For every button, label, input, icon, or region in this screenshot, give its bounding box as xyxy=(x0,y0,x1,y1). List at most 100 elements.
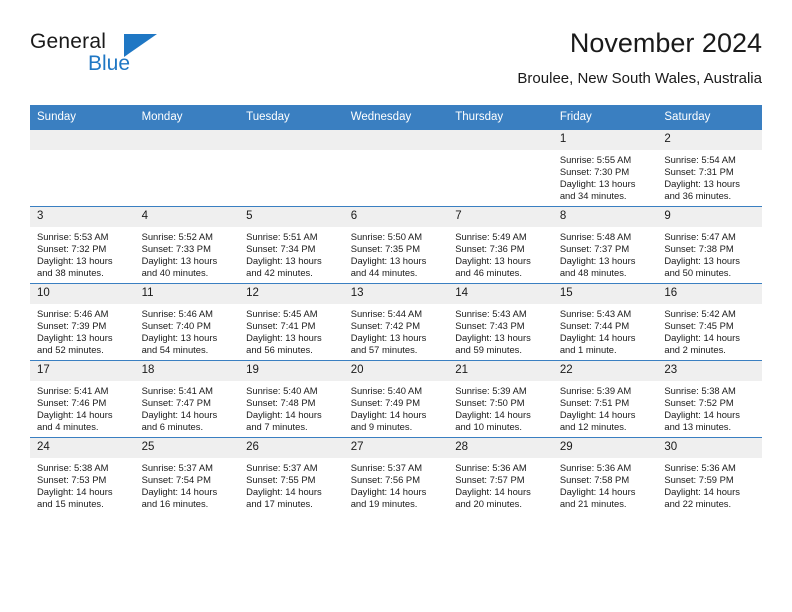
calendar-day-cell[interactable]: 10 Sunrise: 5:46 AM Sunset: 7:39 PM Dayligh… xyxy=(30,283,135,361)
calendar-day-cell[interactable]: 30 Sunrise: 5:36 AM Sunset: 7:59 PM Dayligh… xyxy=(657,437,762,514)
daylight-text: Daylight: 14 hours and 20 minutes. xyxy=(455,486,531,510)
daylight-text: Daylight: 13 hours and 50 minutes. xyxy=(664,255,740,279)
day-number: 10 xyxy=(30,284,135,304)
sunrise-text: Sunrise: 5:43 AM xyxy=(455,308,527,319)
calendar-table: Sunday Monday Tuesday Wednesday Thursday… xyxy=(30,105,762,514)
daylight-text: Daylight: 13 hours and 38 minutes. xyxy=(37,255,113,279)
calendar-week-row: 24 Sunrise: 5:38 AM Sunset: 7:53 PM Dayligh… xyxy=(30,437,762,514)
day-number: 9 xyxy=(657,207,762,227)
daylight-text: Daylight: 14 hours and 13 minutes. xyxy=(664,409,740,433)
daylight-text: Daylight: 13 hours and 42 minutes. xyxy=(246,255,322,279)
calendar-day-cell[interactable]: 14 Sunrise: 5:43 AM Sunset: 7:43 PM Dayligh… xyxy=(448,283,553,361)
sunrise-text: Sunrise: 5:55 AM xyxy=(559,154,632,165)
calendar-day-cell[interactable]: 1 Sunrise: 5:55 AM Sunset: 7:30 PM Daylight… xyxy=(552,129,658,207)
page-header: General Blue November 2024 Broulee, New … xyxy=(30,26,762,98)
sunrise-text: Sunrise: 5:36 AM xyxy=(664,462,736,473)
sunset-text: Sunset: 7:53 PM xyxy=(37,474,107,486)
daylight-text: Daylight: 14 hours and 15 minutes. xyxy=(37,486,113,510)
daylight-text: Daylight: 13 hours and 44 minutes. xyxy=(350,255,427,279)
sunrise-text: Sunrise: 5:42 AM xyxy=(664,308,736,319)
day-number: 22 xyxy=(552,361,658,381)
page-subtitle: Broulee, New South Wales, Australia xyxy=(517,70,762,87)
brand-name-general: General xyxy=(30,30,107,53)
day-details: Sunrise: 5:40 AM Sunset: 7:48 PM Daylight:… xyxy=(239,381,344,433)
calendar-day-cell[interactable]: 11 Sunrise: 5:46 AM Sunset: 7:40 PM Dayligh… xyxy=(134,283,240,361)
calendar-cell-empty xyxy=(239,129,344,207)
calendar-day-cell[interactable]: 17 Sunrise: 5:41 AM Sunset: 7:46 PM Dayligh… xyxy=(30,360,135,438)
calendar-day-cell[interactable]: 26 Sunrise: 5:37 AM Sunset: 7:55 PM Dayligh… xyxy=(239,437,344,514)
day-number: 12 xyxy=(239,284,344,304)
day-number: 18 xyxy=(134,361,240,381)
day-number: 7 xyxy=(448,207,553,227)
sunset-text: Sunset: 7:32 PM xyxy=(37,243,107,255)
day-number: 5 xyxy=(239,207,344,227)
calendar-day-cell[interactable]: 27 Sunrise: 5:37 AM Sunset: 7:56 PM Dayligh… xyxy=(343,437,449,514)
sunset-text: Sunset: 7:41 PM xyxy=(246,320,316,332)
sunset-text: Sunset: 7:50 PM xyxy=(455,397,525,409)
day-number: 6 xyxy=(343,207,449,227)
page-title: November 2024 xyxy=(569,28,762,58)
day-details: Sunrise: 5:41 AM Sunset: 7:47 PM Daylight:… xyxy=(135,381,240,433)
calendar-day-cell[interactable]: 2 Sunrise: 5:54 AM Sunset: 7:31 PM Daylight… xyxy=(657,129,762,207)
calendar-body: 1 Sunrise: 5:55 AM Sunset: 7:30 PM Daylight… xyxy=(30,129,762,514)
calendar-day-cell[interactable]: 20 Sunrise: 5:40 AM Sunset: 7:49 PM Dayligh… xyxy=(343,360,449,438)
day-details: Sunrise: 5:54 AM Sunset: 7:31 PM Daylight:… xyxy=(657,150,762,202)
calendar-day-cell[interactable]: 18 Sunrise: 5:41 AM Sunset: 7:47 PM Dayligh… xyxy=(134,360,240,438)
calendar-day-cell[interactable]: 24 Sunrise: 5:38 AM Sunset: 7:53 PM Dayligh… xyxy=(30,437,135,514)
day-number: 4 xyxy=(134,207,240,227)
calendar-day-cell[interactable]: 9 Sunrise: 5:47 AM Sunset: 7:38 PM Daylight… xyxy=(657,206,762,284)
day-number xyxy=(448,130,553,150)
calendar-week-row: 1 Sunrise: 5:55 AM Sunset: 7:30 PM Daylight… xyxy=(30,129,762,207)
calendar-day-cell[interactable]: 28 Sunrise: 5:36 AM Sunset: 7:57 PM Dayligh… xyxy=(448,437,553,514)
sunrise-text: Sunrise: 5:37 AM xyxy=(246,462,318,473)
day-details: Sunrise: 5:39 AM Sunset: 7:50 PM Daylight:… xyxy=(448,381,553,433)
calendar-day-cell[interactable]: 5 Sunrise: 5:51 AM Sunset: 7:34 PM Daylight… xyxy=(239,206,344,284)
calendar-day-cell[interactable]: 12 Sunrise: 5:45 AM Sunset: 7:41 PM Dayligh… xyxy=(239,283,344,361)
brand-logo[interactable]: General Blue xyxy=(30,30,210,86)
weekday-header-wednesday: Wednesday xyxy=(343,105,449,130)
daylight-text: Daylight: 14 hours and 12 minutes. xyxy=(559,409,636,433)
calendar-day-cell[interactable]: 6 Sunrise: 5:50 AM Sunset: 7:35 PM Daylight… xyxy=(343,206,449,284)
calendar-day-cell[interactable]: 7 Sunrise: 5:49 AM Sunset: 7:36 PM Daylight… xyxy=(448,206,553,284)
brand-name-blue: Blue xyxy=(88,52,131,75)
daylight-text: Daylight: 14 hours and 17 minutes. xyxy=(246,486,322,510)
daylight-text: Daylight: 14 hours and 22 minutes. xyxy=(664,486,740,510)
calendar-day-cell[interactable]: 29 Sunrise: 5:36 AM Sunset: 7:58 PM Dayligh… xyxy=(552,437,658,514)
day-details: Sunrise: 5:53 AM Sunset: 7:32 PM Daylight:… xyxy=(30,227,135,279)
calendar-day-cell[interactable]: 3 Sunrise: 5:53 AM Sunset: 7:32 PM Daylight… xyxy=(30,206,135,284)
calendar-day-cell[interactable]: 23 Sunrise: 5:38 AM Sunset: 7:52 PM Dayligh… xyxy=(657,360,762,438)
sunset-text: Sunset: 7:48 PM xyxy=(246,397,316,409)
calendar-day-cell[interactable]: 8 Sunrise: 5:48 AM Sunset: 7:37 PM Daylight… xyxy=(552,206,658,284)
sunset-text: Sunset: 7:42 PM xyxy=(350,320,420,332)
sunrise-text: Sunrise: 5:37 AM xyxy=(141,462,213,473)
sunset-text: Sunset: 7:51 PM xyxy=(559,397,630,409)
sunset-text: Sunset: 7:56 PM xyxy=(350,474,420,486)
sunset-text: Sunset: 7:49 PM xyxy=(350,397,420,409)
day-number: 1 xyxy=(552,130,658,150)
daylight-text: Daylight: 13 hours and 46 minutes. xyxy=(455,255,531,279)
daylight-text: Daylight: 14 hours and 1 minute. xyxy=(559,332,636,356)
calendar-day-cell[interactable]: 21 Sunrise: 5:39 AM Sunset: 7:50 PM Dayligh… xyxy=(448,360,553,438)
day-details: Sunrise: 5:40 AM Sunset: 7:49 PM Daylight:… xyxy=(344,381,449,433)
day-details: Sunrise: 5:36 AM Sunset: 7:59 PM Daylight:… xyxy=(657,458,762,510)
day-number: 11 xyxy=(134,284,240,304)
calendar-day-cell[interactable]: 22 Sunrise: 5:39 AM Sunset: 7:51 PM Dayligh… xyxy=(552,360,658,438)
day-details: Sunrise: 5:42 AM Sunset: 7:45 PM Daylight:… xyxy=(657,304,762,356)
day-details: Sunrise: 5:36 AM Sunset: 7:57 PM Daylight:… xyxy=(448,458,553,510)
calendar-cell-empty xyxy=(30,129,135,207)
weekday-header-saturday: Saturday xyxy=(657,105,762,130)
calendar-day-cell[interactable]: 19 Sunrise: 5:40 AM Sunset: 7:48 PM Dayligh… xyxy=(239,360,344,438)
sunset-text: Sunset: 7:55 PM xyxy=(246,474,316,486)
day-details: Sunrise: 5:38 AM Sunset: 7:52 PM Daylight:… xyxy=(657,381,762,433)
calendar-day-cell[interactable]: 16 Sunrise: 5:42 AM Sunset: 7:45 PM Dayligh… xyxy=(657,283,762,361)
day-number: 21 xyxy=(448,361,553,381)
sunrise-text: Sunrise: 5:40 AM xyxy=(350,385,423,396)
calendar-day-cell[interactable]: 25 Sunrise: 5:37 AM Sunset: 7:54 PM Dayligh… xyxy=(134,437,240,514)
day-number: 14 xyxy=(448,284,553,304)
day-number xyxy=(134,130,240,150)
calendar-day-cell[interactable]: 4 Sunrise: 5:52 AM Sunset: 7:33 PM Daylight… xyxy=(134,206,240,284)
calendar-day-cell[interactable]: 13 Sunrise: 5:44 AM Sunset: 7:42 PM Dayligh… xyxy=(343,283,449,361)
day-number: 17 xyxy=(30,361,135,381)
calendar-day-cell[interactable]: 15 Sunrise: 5:43 AM Sunset: 7:44 PM Dayligh… xyxy=(552,283,658,361)
daylight-text: Daylight: 14 hours and 10 minutes. xyxy=(455,409,531,433)
